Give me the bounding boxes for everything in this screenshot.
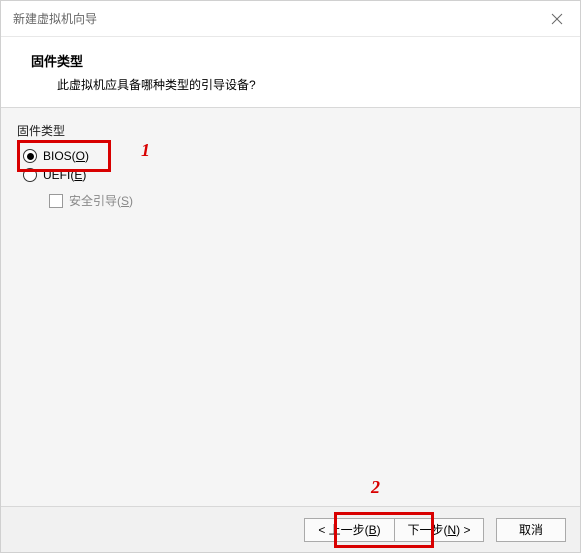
window-title: 新建虚拟机向导	[13, 10, 97, 27]
checkbox-icon	[49, 194, 63, 208]
checkbox-secure-boot: 安全引导(S)	[49, 192, 564, 209]
content-area: 固件类型 BIOS(O) UEFI(E) 安全引导(S) 1 2	[1, 108, 580, 506]
radio-bios[interactable]: BIOS(O)	[23, 149, 564, 163]
close-button[interactable]	[534, 1, 580, 36]
radio-uefi-label: UEFI(E)	[43, 168, 86, 182]
next-button[interactable]: 下一步(N) >	[394, 518, 484, 542]
annotation-number-2: 2	[371, 477, 380, 498]
radio-icon	[23, 149, 37, 163]
page-heading: 固件类型	[31, 51, 560, 70]
secure-boot-label: 安全引导(S)	[69, 192, 133, 209]
back-button[interactable]: < 上一步(B)	[304, 518, 394, 542]
radio-bios-label: BIOS(O)	[43, 149, 89, 163]
firmware-group-label: 固件类型	[17, 122, 564, 139]
page-subheading: 此虚拟机应具备哪种类型的引导设备?	[31, 76, 560, 93]
cancel-button[interactable]: 取消	[496, 518, 566, 542]
titlebar: 新建虚拟机向导	[1, 1, 580, 37]
wizard-header: 固件类型 此虚拟机应具备哪种类型的引导设备?	[1, 37, 580, 107]
button-bar: < 上一步(B) 下一步(N) > 取消	[1, 506, 580, 552]
close-icon	[551, 13, 563, 25]
radio-icon	[23, 168, 37, 182]
annotation-number-1: 1	[141, 140, 150, 161]
radio-uefi[interactable]: UEFI(E)	[23, 168, 564, 182]
wizard-dialog: 新建虚拟机向导 固件类型 此虚拟机应具备哪种类型的引导设备? 固件类型 BIOS…	[0, 0, 581, 553]
